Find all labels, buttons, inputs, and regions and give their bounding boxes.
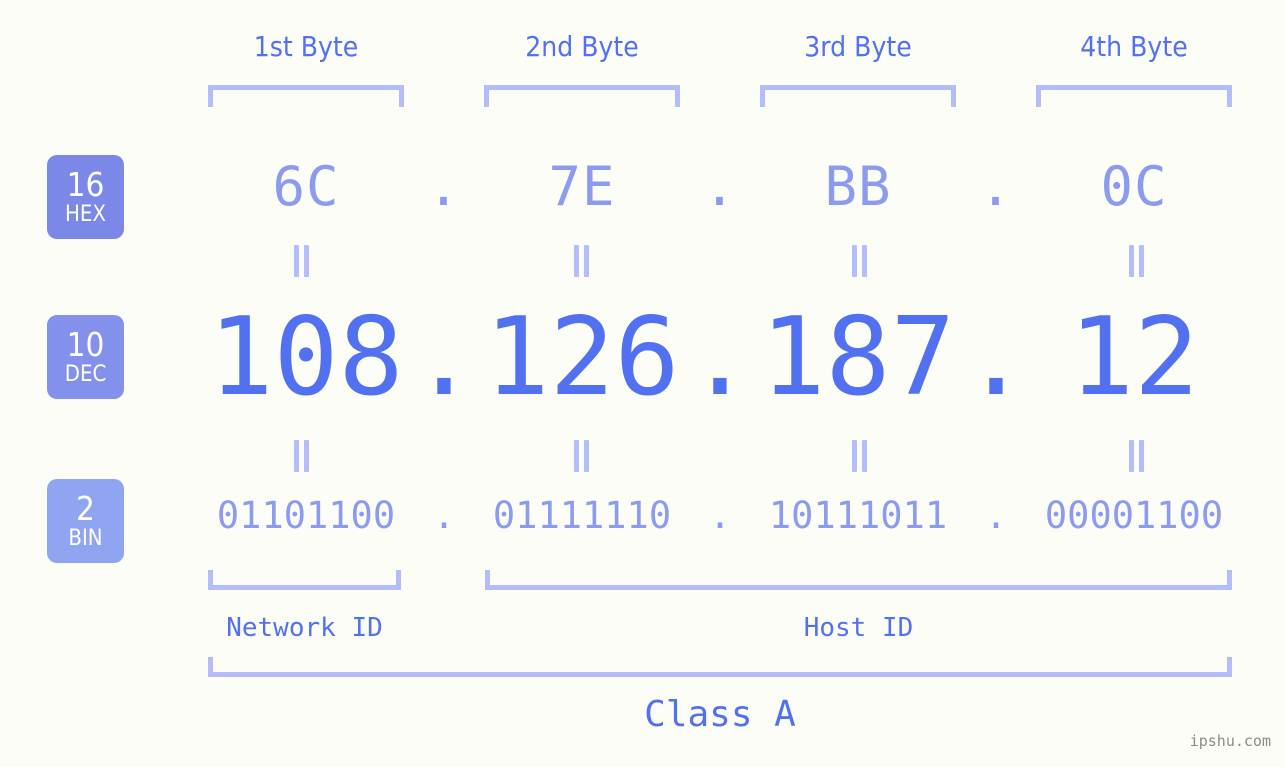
base-badge-dec-label: DEC: [64, 362, 107, 387]
hex-octet-3: BB: [824, 155, 892, 218]
equals-icon-hex-dec-3: [847, 245, 871, 277]
dec-octet-1: 108: [208, 295, 404, 420]
byte-header-4: 4th Byte: [1080, 30, 1188, 63]
bin-separator-1: .: [432, 494, 456, 537]
equals-icon-hex-dec-4: [1124, 245, 1148, 277]
site-watermark: ipshu.com: [1189, 732, 1271, 750]
byte-header-1: 1st Byte: [253, 30, 359, 63]
equals-icon-dec-bin-1: [289, 440, 313, 472]
base-badge-dec: 10 DEC: [47, 315, 124, 399]
base-badge-hex-number: 16: [66, 165, 105, 204]
hex-octet-1: 6C: [272, 155, 340, 218]
class-bracket: [208, 657, 1232, 677]
host-id-label: Host ID: [803, 613, 914, 643]
byte-bracket-3: [760, 85, 956, 107]
equals-icon-hex-dec-1: [289, 245, 313, 277]
byte-bracket-1: [208, 85, 404, 107]
bin-separator-2: .: [708, 494, 732, 537]
base-badge-bin-number: 2: [76, 489, 95, 528]
bin-octet-3: 10111011: [768, 494, 948, 537]
byte-bracket-4: [1036, 85, 1232, 107]
dec-separator-2: .: [687, 295, 753, 420]
bin-octet-4: 00001100: [1044, 494, 1224, 537]
dec-separator-1: .: [411, 295, 477, 420]
class-label: Class A: [644, 694, 796, 735]
equals-icon-dec-bin-2: [569, 440, 593, 472]
equals-icon-dec-bin-4: [1124, 440, 1148, 472]
hex-octet-4: 0C: [1100, 155, 1168, 218]
bin-octet-1: 01101100: [216, 494, 396, 537]
dec-separator-3: .: [963, 295, 1029, 420]
base-badge-dec-number: 10: [66, 325, 105, 364]
bin-separator-3: .: [984, 494, 1008, 537]
equals-icon-hex-dec-2: [569, 245, 593, 277]
hex-separator-1: .: [427, 155, 461, 218]
network-id-bracket: [208, 570, 401, 590]
network-id-label: Network ID: [226, 613, 383, 643]
dec-octet-4: 12: [1068, 295, 1200, 420]
byte-header-3: 3rd Byte: [804, 30, 912, 63]
bin-octet-2: 01111110: [492, 494, 672, 537]
hex-separator-3: .: [979, 155, 1013, 218]
dec-octet-2: 126: [484, 295, 680, 420]
decimal-value-row: 108 . 126 . 187 . 12: [208, 295, 1285, 420]
base-badge-hex: 16 HEX: [47, 155, 124, 239]
base-badge-hex-label: HEX: [65, 202, 106, 227]
hex-value-row: 6C . 7E . BB . 0C: [208, 155, 1285, 225]
dec-octet-3: 187: [760, 295, 956, 420]
base-badge-bin-label: BIN: [68, 526, 103, 551]
host-id-bracket: [485, 570, 1232, 590]
base-badge-bin: 2 BIN: [47, 479, 124, 563]
equals-icon-dec-bin-3: [847, 440, 871, 472]
hex-octet-2: 7E: [548, 155, 616, 218]
hex-separator-2: .: [703, 155, 737, 218]
binary-value-row: 01101100 . 01111110 . 10111011 . 0000110…: [208, 494, 1285, 544]
byte-bracket-2: [484, 85, 680, 107]
ip-address-breakdown-diagram: 1st Byte 2nd Byte 3rd Byte 4th Byte 16 H…: [0, 0, 1285, 767]
byte-header-2: 2nd Byte: [525, 30, 639, 63]
